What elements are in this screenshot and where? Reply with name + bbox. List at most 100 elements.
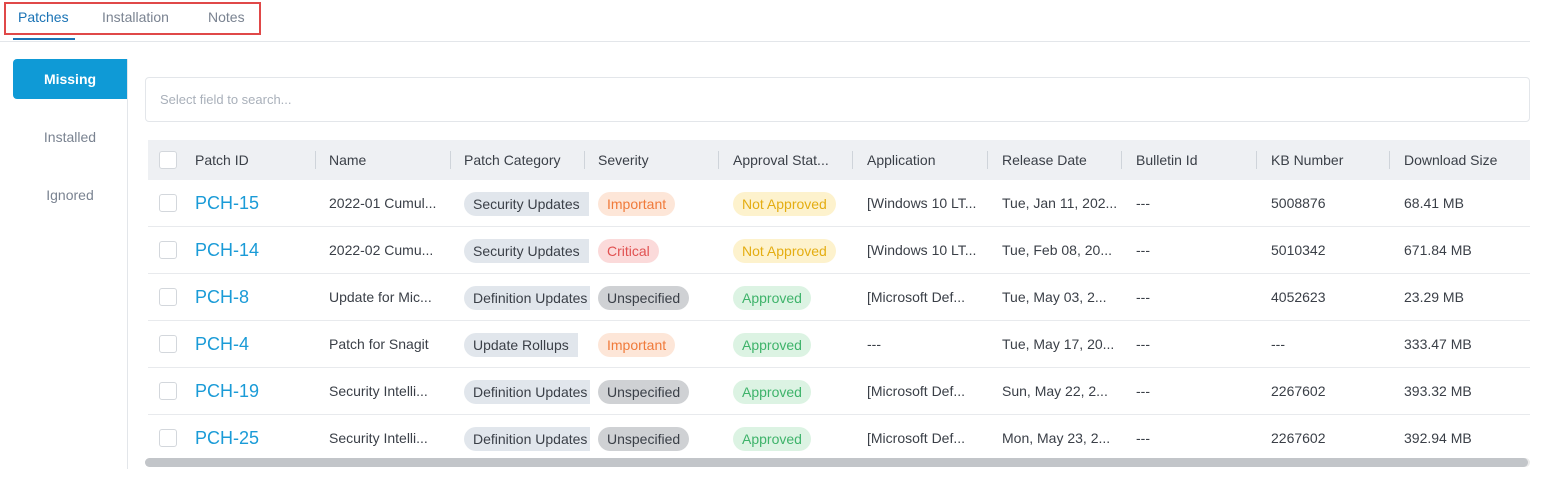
column-divider[interactable] bbox=[987, 151, 988, 169]
row-checkbox[interactable] bbox=[159, 194, 177, 212]
tabs-highlight-box bbox=[4, 2, 261, 35]
patch-category-cell: Definition Updates bbox=[464, 368, 590, 414]
column-divider[interactable] bbox=[315, 151, 316, 169]
application-cell: [Microsoft Def... bbox=[867, 430, 966, 446]
col-bulletin-id[interactable]: Bulletin Id bbox=[1136, 140, 1251, 180]
download-size-cell: 23.29 MB bbox=[1404, 289, 1464, 305]
col-approval-status[interactable]: Approval Stat... bbox=[733, 140, 851, 180]
table-row[interactable]: PCH-19 Security Intelli... Definition Upda… bbox=[148, 368, 1530, 415]
bulletin-id-cell: --- bbox=[1136, 242, 1150, 258]
application-cell: [Microsoft Def... bbox=[867, 289, 966, 305]
approval-cell: Not Approved bbox=[733, 227, 863, 273]
patch-name: Patch for Snagit bbox=[329, 336, 429, 352]
category-badge: Security Updates bbox=[464, 239, 589, 264]
severity-badge: Unspecified bbox=[598, 380, 690, 405]
patch-id-link[interactable]: PCH-4 bbox=[195, 321, 305, 367]
kb-number-cell: 5010342 bbox=[1271, 242, 1326, 258]
scrollbar-thumb[interactable] bbox=[145, 458, 1528, 467]
table-row[interactable]: PCH-8 Update for Mic... Definition Updates… bbox=[148, 274, 1530, 321]
patch-name: 2022-01 Cumul... bbox=[329, 195, 437, 211]
select-all-checkbox[interactable] bbox=[159, 151, 177, 169]
column-divider[interactable] bbox=[1256, 151, 1257, 169]
severity-cell: Unspecified bbox=[598, 274, 728, 320]
download-size-cell: 333.47 MB bbox=[1404, 336, 1472, 352]
patch-name: Update for Mic... bbox=[329, 289, 432, 305]
subnav-ignored[interactable]: Ignored bbox=[13, 175, 127, 215]
severity-badge: Important bbox=[598, 333, 676, 358]
category-badge: Definition Updates bbox=[464, 286, 590, 311]
download-size-cell: 68.41 MB bbox=[1404, 195, 1464, 211]
search-input[interactable] bbox=[146, 78, 1529, 121]
severity-cell: Unspecified bbox=[598, 415, 728, 461]
row-checkbox[interactable] bbox=[159, 241, 177, 259]
column-divider[interactable] bbox=[1389, 151, 1390, 169]
approval-status-badge: Approved bbox=[733, 380, 811, 405]
active-tab-indicator bbox=[13, 38, 75, 40]
patch-id-link[interactable]: PCH-25 bbox=[195, 415, 305, 461]
severity-cell: Important bbox=[598, 321, 728, 367]
bulletin-id-cell: --- bbox=[1136, 383, 1150, 399]
bulletin-id-cell: --- bbox=[1136, 430, 1150, 446]
download-size-cell: 393.32 MB bbox=[1404, 383, 1472, 399]
row-checkbox[interactable] bbox=[159, 429, 177, 447]
patch-id-link[interactable]: PCH-8 bbox=[195, 274, 305, 320]
table-row[interactable]: PCH-4 Patch for Snagit Update Rollups Impor… bbox=[148, 321, 1530, 368]
column-divider[interactable] bbox=[718, 151, 719, 169]
col-name[interactable]: Name bbox=[329, 140, 444, 180]
col-kb-number[interactable]: KB Number bbox=[1271, 140, 1381, 180]
approval-status-badge: Approved bbox=[733, 427, 811, 452]
severity-badge: Important bbox=[598, 192, 676, 217]
patch-category-cell: Definition Updates bbox=[464, 274, 590, 320]
severity-badge: Critical bbox=[598, 239, 659, 264]
row-checkbox[interactable] bbox=[159, 382, 177, 400]
column-divider[interactable] bbox=[1121, 151, 1122, 169]
release-date-cell: Tue, Feb 08, 20... bbox=[1002, 242, 1112, 258]
patch-id-link[interactable]: PCH-14 bbox=[195, 227, 305, 273]
approval-status-badge: Not Approved bbox=[733, 239, 836, 264]
category-badge: Definition Updates bbox=[464, 427, 590, 452]
patch-category-cell: Update Rollups bbox=[464, 321, 590, 367]
release-date-cell: Mon, May 23, 2... bbox=[1002, 430, 1111, 446]
subnav-installed[interactable]: Installed bbox=[13, 117, 127, 157]
table-row[interactable]: PCH-14 2022-02 Cumu... Security Updates Cri… bbox=[148, 227, 1530, 274]
row-checkbox[interactable] bbox=[159, 288, 177, 306]
row-checkbox[interactable] bbox=[159, 335, 177, 353]
col-application[interactable]: Application bbox=[867, 140, 982, 180]
release-date-cell: Tue, May 03, 2... bbox=[1002, 289, 1107, 305]
table-row[interactable]: PCH-25 Security Intelli... Definition Upda… bbox=[148, 415, 1530, 462]
bulletin-id-cell: --- bbox=[1136, 336, 1150, 352]
category-badge: Security Updates bbox=[464, 192, 589, 217]
col-patch-category[interactable]: Patch Category bbox=[464, 140, 581, 180]
release-date-cell: Sun, May 22, 2... bbox=[1002, 383, 1108, 399]
patch-status-nav: Missing Installed Ignored bbox=[0, 59, 128, 469]
application-cell: --- bbox=[867, 336, 881, 352]
column-divider[interactable] bbox=[450, 151, 451, 169]
table-row[interactable]: PCH-15 2022-01 Cumul... Security Updates Im… bbox=[148, 180, 1530, 227]
patch-name: 2022-02 Cumu... bbox=[329, 242, 434, 258]
horizontal-scrollbar[interactable] bbox=[145, 458, 1530, 467]
approval-status-badge: Not Approved bbox=[733, 192, 836, 217]
approval-cell: Approved bbox=[733, 368, 863, 414]
col-severity[interactable]: Severity bbox=[598, 140, 713, 180]
severity-cell: Unspecified bbox=[598, 368, 728, 414]
bulletin-id-cell: --- bbox=[1136, 289, 1150, 305]
col-release-date[interactable]: Release Date bbox=[1002, 140, 1117, 180]
category-badge: Definition Updates bbox=[464, 380, 590, 405]
severity-cell: Important bbox=[598, 180, 728, 226]
approval-cell: Not Approved bbox=[733, 180, 863, 226]
patch-category-cell: Security Updates bbox=[464, 180, 590, 226]
patch-id-link[interactable]: PCH-15 bbox=[195, 180, 305, 226]
col-patch-id[interactable]: Patch ID bbox=[195, 140, 305, 180]
kb-number-cell: --- bbox=[1271, 336, 1285, 352]
patch-name: Security Intelli... bbox=[329, 430, 428, 446]
approval-status-badge: Approved bbox=[733, 333, 811, 358]
subnav-missing[interactable]: Missing bbox=[13, 59, 127, 99]
download-size-cell: 671.84 MB bbox=[1404, 242, 1472, 258]
column-divider[interactable] bbox=[852, 151, 853, 169]
column-divider[interactable] bbox=[584, 151, 585, 169]
patch-id-link[interactable]: PCH-19 bbox=[195, 368, 305, 414]
severity-cell: Critical bbox=[598, 227, 728, 273]
category-badge: Update Rollups bbox=[464, 333, 578, 358]
kb-number-cell: 4052623 bbox=[1271, 289, 1326, 305]
col-download-size[interactable]: Download Size bbox=[1404, 140, 1526, 180]
